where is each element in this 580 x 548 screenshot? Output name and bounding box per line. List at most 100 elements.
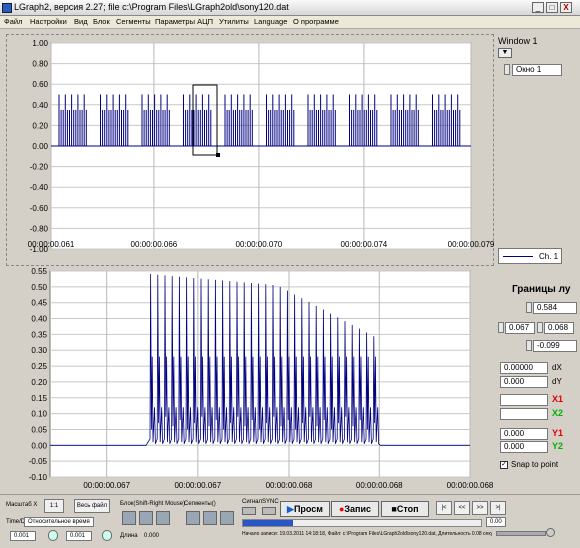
time-mode-select[interactable]: Относительное время <box>24 517 94 527</box>
window-dropdown-button[interactable]: ▼ <box>498 48 512 58</box>
bottom-xtick-label: 00:00:00.068 <box>266 481 313 490</box>
top-xtick-label: 00:00:00.066 <box>131 240 178 249</box>
top-xtick-label: 00:00:00.061 <box>28 240 75 249</box>
menu-block[interactable]: Блок <box>93 17 110 26</box>
block-btn-3[interactable] <box>156 511 170 525</box>
right-panel: Window 1 ▼ Окно 1 Ch. 1 Границы лу 0.584… <box>496 34 580 494</box>
position-scrollbar[interactable] <box>242 519 482 527</box>
menu-adc-params[interactable]: Параметры АЦП <box>155 17 213 26</box>
menu-about[interactable]: О программе <box>293 17 339 26</box>
menu-segments[interactable]: Сегменты <box>116 17 151 26</box>
menu-bar: Файл Настройки Вид Блок Сегменты Парамет… <box>0 16 580 29</box>
play-icon: ▶ <box>287 504 294 514</box>
block-btn-2[interactable] <box>139 511 153 525</box>
bottom-chart-frame: 0.55 0.50 0.45 0.40 0.35 0.30 0.25 0.20 0.15 0.10… <box>6 267 494 491</box>
top-ytick-label: 0.00 <box>32 142 48 151</box>
y-bottom-input[interactable]: -0.099 <box>533 340 577 352</box>
time-value-1[interactable]: 0.001 <box>10 531 36 541</box>
top-chart-frame: 1.00 0.80 0.60 0.40 0.20 0.00 -0.20 -0.40 -0.60 -… <box>6 34 495 267</box>
bounds-label: Границы лу <box>512 284 571 295</box>
time-value-2[interactable]: 0.001 <box>66 531 92 541</box>
nav-next-button[interactable]: >> <box>472 501 488 515</box>
stop-label: Стоп <box>396 504 419 514</box>
top-xtick-label: 00:00:00.070 <box>236 240 283 249</box>
window-title: LGraph2, версия 2.27; file c:\Program Fi… <box>14 2 289 12</box>
x-right-spin[interactable] <box>537 322 543 333</box>
zoom-in-icon[interactable] <box>48 530 58 541</box>
x-right-input[interactable]: 0.068 <box>544 322 574 334</box>
bottom-ytick-label: 0.05 <box>31 425 47 434</box>
window-select[interactable]: Окно 1 <box>512 64 562 76</box>
block-btn-1[interactable] <box>122 511 136 525</box>
menu-language[interactable]: Language <box>254 17 287 26</box>
snap-checkbox[interactable]: ✓ <box>500 461 508 469</box>
close-button[interactable]: X <box>560 2 572 13</box>
zoom-out-icon[interactable] <box>102 530 112 541</box>
selection-handle[interactable] <box>216 153 220 157</box>
y1-field: 0.000 <box>500 428 548 440</box>
legend-ch1: Ch. 1 <box>539 252 559 261</box>
bottom-ytick-label: 0.25 <box>31 362 47 371</box>
y-top-spin[interactable] <box>526 302 532 313</box>
bottom-ytick-label: 0.20 <box>31 378 47 387</box>
title-bar: LGraph2, версия 2.27; file c:\Program Fi… <box>0 0 580 16</box>
position-thumb[interactable] <box>243 520 293 526</box>
bottom-ytick-label: -0.10 <box>29 473 48 482</box>
window-spin[interactable] <box>504 64 510 75</box>
menu-utilities[interactable]: Утилиты <box>219 17 249 26</box>
bottom-chart[interactable]: 0.55 0.50 0.45 0.40 0.35 0.30 0.25 0.20 0.15 0.10… <box>6 267 494 491</box>
x-left-spin[interactable] <box>498 322 504 333</box>
segment-btn-3[interactable] <box>220 511 234 525</box>
y-top-input[interactable]: 0.584 <box>533 302 577 314</box>
scale-x-label: Масштаб X <box>6 502 38 508</box>
bottom-ytick-label: 0.50 <box>31 283 47 292</box>
record-button[interactable]: ●Запис <box>331 501 379 517</box>
bottom-xtick-label: 00:00:00.068 <box>356 481 403 490</box>
segment-btn-1[interactable] <box>186 511 200 525</box>
top-ytick-label: -0.80 <box>30 224 49 233</box>
menu-view[interactable]: Вид <box>74 17 88 26</box>
stop-button[interactable]: ■Стоп <box>381 501 429 517</box>
bottom-ytick-label: 0.15 <box>31 394 47 403</box>
signal-label: Сигнал <box>242 499 263 505</box>
nav-prev-button[interactable]: << <box>454 501 470 515</box>
signal-indicator <box>242 507 256 515</box>
x2-field <box>500 408 548 420</box>
nav-first-button[interactable]: |< <box>436 501 452 515</box>
menu-settings[interactable]: Настройки <box>30 17 67 26</box>
segment-btn-2[interactable] <box>203 511 217 525</box>
bottom-xtick-label: 00:00:00.068 <box>447 481 494 490</box>
top-ytick-label: -0.60 <box>30 204 49 213</box>
dy-field: 0.000 <box>500 376 548 388</box>
window-label: Window 1 <box>498 36 538 46</box>
top-ytick-label: -0.20 <box>30 163 49 172</box>
x2-label: X2 <box>552 408 564 418</box>
dy-label: dY <box>552 377 562 386</box>
nav-last-button[interactable]: >| <box>490 501 506 515</box>
top-chart[interactable]: 1.00 0.80 0.60 0.40 0.20 0.00 -0.20 -0.40 -0.60 -… <box>7 35 495 267</box>
legend-line <box>503 256 533 257</box>
status-text: Начало записи: 19.03.2011 14:18:18, Файл… <box>242 531 492 537</box>
snap-label: Snap to point <box>511 460 559 469</box>
menu-file[interactable]: Файл <box>4 17 22 26</box>
minimize-button[interactable]: _ <box>532 2 544 13</box>
volume-slider[interactable] <box>496 531 546 536</box>
x-left-input[interactable]: 0.067 <box>505 322 535 334</box>
play-label: Просм <box>293 504 323 514</box>
maximize-button[interactable]: □ <box>546 2 558 13</box>
top-ytick-label: 0.60 <box>32 80 48 89</box>
sync-indicator <box>262 507 276 515</box>
top-ytick-label: 1.00 <box>32 39 48 48</box>
scale-1-1-button[interactable]: 1:1 <box>44 499 64 513</box>
top-xtick-label: 00:00:00.079 <box>448 240 495 249</box>
y-bottom-spin[interactable] <box>526 340 532 351</box>
slider-knob[interactable] <box>546 528 555 537</box>
whole-file-button[interactable]: Весь файл <box>74 499 110 513</box>
segments-label: Сегменты() <box>184 501 216 507</box>
bottom-ytick-label: 0.30 <box>31 346 47 355</box>
bottom-ytick-label: 0.35 <box>31 330 47 339</box>
y2-label: Y2 <box>552 441 564 451</box>
play-button[interactable]: ▶Просм <box>280 501 330 517</box>
top-xtick-label: 00:00:00.074 <box>341 240 388 249</box>
length-label: Длина <box>120 533 138 539</box>
